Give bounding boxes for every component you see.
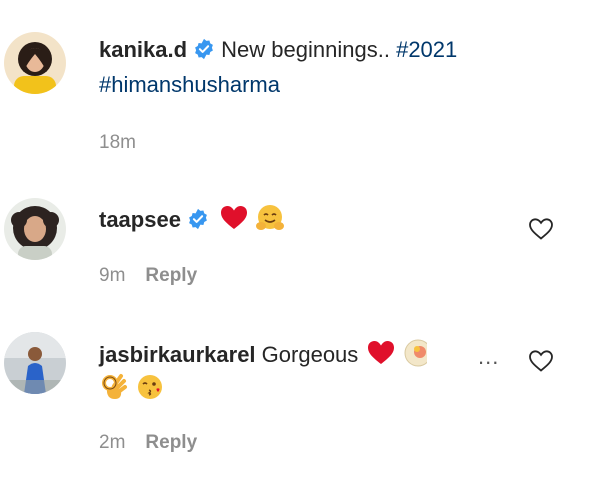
verified-badge-icon <box>187 208 209 230</box>
verified-badge-icon <box>193 38 215 60</box>
comment-taapsee-meta: 9m Reply <box>99 265 197 287</box>
avatar-kanika[interactable] <box>4 32 66 94</box>
caption-meta: 18m <box>99 132 136 154</box>
comment-username-jasbirkaurkarel[interactable]: jasbirkaurkarel <box>99 342 256 367</box>
caption-line-1: kanika.d New beginnings.. #2021 <box>99 36 457 64</box>
comment-jasbir-meta: 2m Reply <box>99 432 197 454</box>
caption-time[interactable]: 18m <box>99 132 136 153</box>
red-heart-emoji <box>366 338 396 368</box>
comment-time-jasbir[interactable]: 2m <box>99 432 125 453</box>
comment-text-jasbir: Gorgeous <box>261 342 359 367</box>
red-heart-emoji <box>219 203 249 233</box>
caption-line-2: #himanshusharma <box>99 71 280 99</box>
face-blowing-kiss-emoji <box>135 372 165 402</box>
hugging-face-emoji <box>255 203 285 233</box>
hashtag-2021[interactable]: #2021 <box>396 37 457 62</box>
avatar-taapsee[interactable] <box>4 198 66 260</box>
comment-jasbir-line-2 <box>99 372 165 403</box>
caption-text: New beginnings.. <box>221 37 390 62</box>
comment-jasbir-line-1: jasbirkaurkarel Gorgeous <box>99 338 427 369</box>
more-options-button[interactable]: ... <box>478 344 499 370</box>
reply-button-taapsee[interactable]: Reply <box>145 265 197 286</box>
caption-username[interactable]: kanika.d <box>99 37 187 62</box>
reply-button-jasbir[interactable]: Reply <box>145 432 197 453</box>
like-comment-jasbir-heart-icon[interactable] <box>528 349 554 373</box>
ok-hand-emoji <box>99 372 129 402</box>
like-comment-taapsee-heart-icon[interactable] <box>528 217 554 241</box>
comment-time-taapsee[interactable]: 9m <box>99 265 125 286</box>
comment-taapsee-line: taapsee <box>99 203 285 234</box>
partial-face-emoji <box>403 338 427 368</box>
comment-username-taapsee[interactable]: taapsee <box>99 207 181 232</box>
avatar-jasbirkaurkarel[interactable] <box>4 332 66 394</box>
hashtag-himanshusharma[interactable]: #himanshusharma <box>99 72 280 97</box>
